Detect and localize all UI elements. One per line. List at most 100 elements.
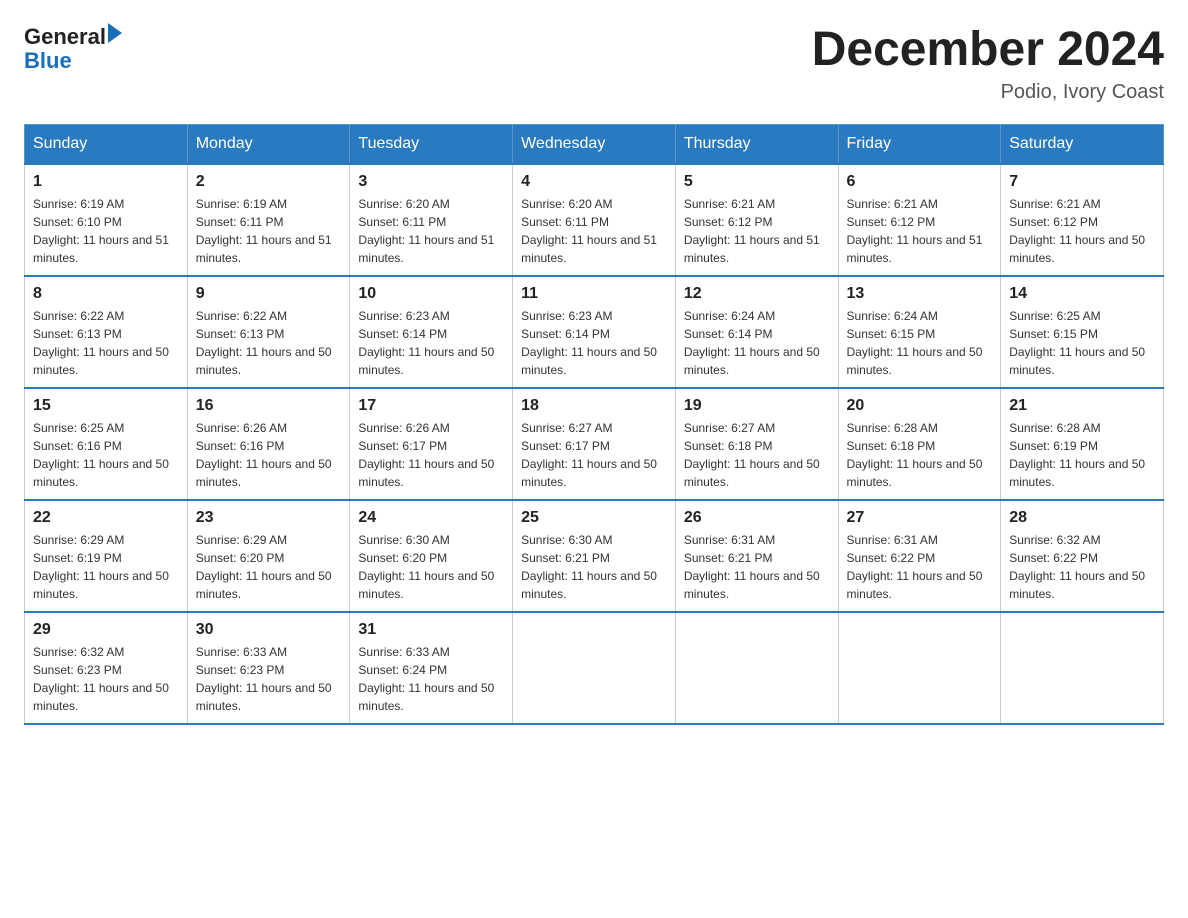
calendar-week-row: 29 Sunrise: 6:32 AM Sunset: 6:23 PM Dayl… xyxy=(25,612,1164,724)
sunset-label: Sunset: 6:16 PM xyxy=(196,439,285,453)
logo-blue-text: Blue xyxy=(24,48,72,74)
daylight-label: Daylight: 11 hours and 50 minutes. xyxy=(847,569,983,601)
day-info: Sunrise: 6:33 AM Sunset: 6:23 PM Dayligh… xyxy=(196,643,342,715)
sunrise-label: Sunrise: 6:20 AM xyxy=(521,197,612,211)
sunrise-label: Sunrise: 6:33 AM xyxy=(196,645,287,659)
page-title: December 2024 xyxy=(812,24,1164,77)
sunrise-label: Sunrise: 6:19 AM xyxy=(196,197,287,211)
day-info: Sunrise: 6:19 AM Sunset: 6:11 PM Dayligh… xyxy=(196,195,342,267)
sunrise-label: Sunrise: 6:33 AM xyxy=(358,645,449,659)
calendar-cell: 16 Sunrise: 6:26 AM Sunset: 6:16 PM Dayl… xyxy=(187,388,350,500)
day-info: Sunrise: 6:20 AM Sunset: 6:11 PM Dayligh… xyxy=(521,195,667,267)
sunset-label: Sunset: 6:14 PM xyxy=(358,327,447,341)
daylight-label: Daylight: 11 hours and 50 minutes. xyxy=(1009,345,1145,377)
calendar-cell: 17 Sunrise: 6:26 AM Sunset: 6:17 PM Dayl… xyxy=(350,388,513,500)
sunrise-label: Sunrise: 6:26 AM xyxy=(358,421,449,435)
sunrise-label: Sunrise: 6:25 AM xyxy=(1009,309,1100,323)
calendar-cell: 6 Sunrise: 6:21 AM Sunset: 6:12 PM Dayli… xyxy=(838,164,1001,276)
sunset-label: Sunset: 6:23 PM xyxy=(33,663,122,677)
sunrise-label: Sunrise: 6:19 AM xyxy=(33,197,124,211)
calendar-week-row: 1 Sunrise: 6:19 AM Sunset: 6:10 PM Dayli… xyxy=(25,164,1164,276)
day-info: Sunrise: 6:30 AM Sunset: 6:20 PM Dayligh… xyxy=(358,531,504,603)
day-info: Sunrise: 6:26 AM Sunset: 6:16 PM Dayligh… xyxy=(196,419,342,491)
calendar-cell: 5 Sunrise: 6:21 AM Sunset: 6:12 PM Dayli… xyxy=(675,164,838,276)
calendar-cell: 3 Sunrise: 6:20 AM Sunset: 6:11 PM Dayli… xyxy=(350,164,513,276)
calendar-cell: 4 Sunrise: 6:20 AM Sunset: 6:11 PM Dayli… xyxy=(513,164,676,276)
day-number: 13 xyxy=(847,285,993,303)
calendar-cell: 13 Sunrise: 6:24 AM Sunset: 6:15 PM Dayl… xyxy=(838,276,1001,388)
sunset-label: Sunset: 6:19 PM xyxy=(33,551,122,565)
sunset-label: Sunset: 6:20 PM xyxy=(358,551,447,565)
calendar-cell: 1 Sunrise: 6:19 AM Sunset: 6:10 PM Dayli… xyxy=(25,164,188,276)
page-subtitle: Podio, Ivory Coast xyxy=(812,81,1164,104)
sunset-label: Sunset: 6:20 PM xyxy=(196,551,285,565)
sunrise-label: Sunrise: 6:31 AM xyxy=(684,533,775,547)
sunrise-label: Sunrise: 6:31 AM xyxy=(847,533,938,547)
sunset-label: Sunset: 6:12 PM xyxy=(847,215,936,229)
daylight-label: Daylight: 11 hours and 51 minutes. xyxy=(196,233,332,265)
day-number: 18 xyxy=(521,397,667,415)
daylight-label: Daylight: 11 hours and 50 minutes. xyxy=(521,457,657,489)
calendar-table: SundayMondayTuesdayWednesdayThursdayFrid… xyxy=(24,124,1164,725)
sunset-label: Sunset: 6:15 PM xyxy=(1009,327,1098,341)
day-info: Sunrise: 6:31 AM Sunset: 6:22 PM Dayligh… xyxy=(847,531,993,603)
calendar-header-row: SundayMondayTuesdayWednesdayThursdayFrid… xyxy=(25,124,1164,164)
day-number: 10 xyxy=(358,285,504,303)
day-number: 11 xyxy=(521,285,667,303)
sunset-label: Sunset: 6:14 PM xyxy=(684,327,773,341)
sunset-label: Sunset: 6:12 PM xyxy=(684,215,773,229)
day-info: Sunrise: 6:24 AM Sunset: 6:15 PM Dayligh… xyxy=(847,307,993,379)
sunset-label: Sunset: 6:21 PM xyxy=(684,551,773,565)
daylight-label: Daylight: 11 hours and 50 minutes. xyxy=(684,345,820,377)
day-info: Sunrise: 6:31 AM Sunset: 6:21 PM Dayligh… xyxy=(684,531,830,603)
calendar-week-row: 22 Sunrise: 6:29 AM Sunset: 6:19 PM Dayl… xyxy=(25,500,1164,612)
day-number: 3 xyxy=(358,173,504,191)
calendar-cell: 30 Sunrise: 6:33 AM Sunset: 6:23 PM Dayl… xyxy=(187,612,350,724)
daylight-label: Daylight: 11 hours and 50 minutes. xyxy=(358,681,494,713)
day-number: 29 xyxy=(33,621,179,639)
daylight-label: Daylight: 11 hours and 50 minutes. xyxy=(33,345,169,377)
calendar-cell: 7 Sunrise: 6:21 AM Sunset: 6:12 PM Dayli… xyxy=(1001,164,1164,276)
daylight-label: Daylight: 11 hours and 50 minutes. xyxy=(847,457,983,489)
calendar-cell: 2 Sunrise: 6:19 AM Sunset: 6:11 PM Dayli… xyxy=(187,164,350,276)
weekday-header-tuesday: Tuesday xyxy=(350,124,513,164)
day-number: 1 xyxy=(33,173,179,191)
day-info: Sunrise: 6:23 AM Sunset: 6:14 PM Dayligh… xyxy=(521,307,667,379)
sunrise-label: Sunrise: 6:21 AM xyxy=(847,197,938,211)
daylight-label: Daylight: 11 hours and 50 minutes. xyxy=(684,457,820,489)
sunrise-label: Sunrise: 6:21 AM xyxy=(684,197,775,211)
sunset-label: Sunset: 6:24 PM xyxy=(358,663,447,677)
daylight-label: Daylight: 11 hours and 50 minutes. xyxy=(33,457,169,489)
sunrise-label: Sunrise: 6:23 AM xyxy=(358,309,449,323)
sunset-label: Sunset: 6:19 PM xyxy=(1009,439,1098,453)
day-info: Sunrise: 6:21 AM Sunset: 6:12 PM Dayligh… xyxy=(847,195,993,267)
calendar-cell xyxy=(513,612,676,724)
day-number: 21 xyxy=(1009,397,1155,415)
daylight-label: Daylight: 11 hours and 51 minutes. xyxy=(684,233,820,265)
page-header: General Blue December 2024 Podio, Ivory … xyxy=(24,24,1164,104)
sunset-label: Sunset: 6:13 PM xyxy=(196,327,285,341)
sunset-label: Sunset: 6:18 PM xyxy=(847,439,936,453)
day-info: Sunrise: 6:25 AM Sunset: 6:16 PM Dayligh… xyxy=(33,419,179,491)
day-number: 22 xyxy=(33,509,179,527)
day-number: 31 xyxy=(358,621,504,639)
daylight-label: Daylight: 11 hours and 50 minutes. xyxy=(1009,569,1145,601)
calendar-cell: 19 Sunrise: 6:27 AM Sunset: 6:18 PM Dayl… xyxy=(675,388,838,500)
calendar-cell xyxy=(1001,612,1164,724)
daylight-label: Daylight: 11 hours and 50 minutes. xyxy=(847,345,983,377)
day-info: Sunrise: 6:29 AM Sunset: 6:19 PM Dayligh… xyxy=(33,531,179,603)
sunrise-label: Sunrise: 6:22 AM xyxy=(196,309,287,323)
sunset-label: Sunset: 6:13 PM xyxy=(33,327,122,341)
daylight-label: Daylight: 11 hours and 50 minutes. xyxy=(1009,233,1145,265)
sunset-label: Sunset: 6:11 PM xyxy=(196,215,284,229)
day-number: 28 xyxy=(1009,509,1155,527)
day-number: 19 xyxy=(684,397,830,415)
sunrise-label: Sunrise: 6:28 AM xyxy=(1009,421,1100,435)
sunrise-label: Sunrise: 6:29 AM xyxy=(196,533,287,547)
calendar-cell: 24 Sunrise: 6:30 AM Sunset: 6:20 PM Dayl… xyxy=(350,500,513,612)
day-number: 16 xyxy=(196,397,342,415)
day-number: 9 xyxy=(196,285,342,303)
sunset-label: Sunset: 6:22 PM xyxy=(1009,551,1098,565)
weekday-header-friday: Friday xyxy=(838,124,1001,164)
daylight-label: Daylight: 11 hours and 50 minutes. xyxy=(358,457,494,489)
